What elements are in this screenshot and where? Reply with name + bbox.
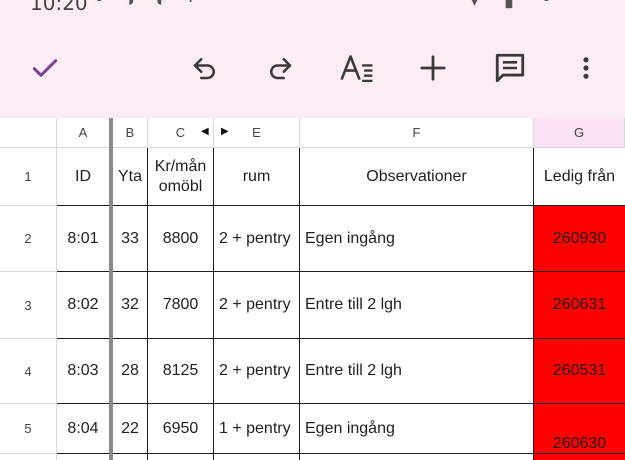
cell-a4[interactable]: 8:03 bbox=[57, 339, 110, 404]
cell-c3[interactable]: 7800 bbox=[148, 272, 214, 339]
cell-g2[interactable]: 260930 bbox=[534, 206, 625, 272]
cell-e1[interactable]: rum bbox=[214, 148, 300, 206]
cell-e4[interactable]: 2 + pentry bbox=[214, 339, 300, 404]
cell-c1[interactable]: Kr/mån omöbl bbox=[148, 148, 214, 206]
cell-b3[interactable]: 32 bbox=[113, 272, 148, 339]
column-header-g[interactable]: G bbox=[534, 118, 625, 148]
frozen-column-divider[interactable] bbox=[109, 118, 113, 460]
hidden-column-left-indicator[interactable]: ◀ bbox=[201, 126, 209, 137]
cell-c6[interactable] bbox=[148, 454, 214, 460]
more-vert-icon bbox=[583, 57, 589, 79]
select-all-corner[interactable] bbox=[0, 118, 57, 148]
cell-f2[interactable]: Egen ingång bbox=[300, 206, 534, 272]
cell-c1-text: Kr/mån omöbl bbox=[154, 157, 207, 195]
cell-f1[interactable]: Observationer bbox=[300, 148, 534, 206]
row-header-3[interactable]: 3 bbox=[0, 272, 57, 339]
row-header-6[interactable] bbox=[0, 454, 57, 460]
cell-b6[interactable] bbox=[113, 454, 148, 460]
cell-g1[interactable]: Ledig från bbox=[534, 148, 625, 206]
row-header-1[interactable]: 1 bbox=[0, 148, 57, 206]
cell-a3[interactable]: 8:02 bbox=[57, 272, 110, 339]
redo-button[interactable] bbox=[258, 46, 302, 90]
status-time: 10:20 bbox=[30, 0, 88, 14]
hidden-column-right-indicator[interactable]: ▶ bbox=[221, 126, 229, 137]
cell-f5[interactable]: Egen ingång bbox=[300, 404, 534, 454]
comment-icon bbox=[495, 53, 525, 83]
cell-a1[interactable]: ID bbox=[57, 148, 110, 206]
column-header-f[interactable]: F bbox=[300, 118, 534, 148]
cell-e6[interactable] bbox=[214, 454, 300, 460]
cell-g5[interactable]: 260630 bbox=[534, 404, 625, 454]
cell-g4[interactable]: 260531 bbox=[534, 339, 625, 404]
cell-a2[interactable]: 8:01 bbox=[57, 206, 110, 272]
comment-button[interactable] bbox=[488, 46, 532, 90]
status-right-icons: ▾ ▮ ◔ bbox=[470, 0, 560, 10]
plus-icon bbox=[420, 55, 446, 81]
undo-button[interactable] bbox=[183, 46, 227, 90]
row-header-2[interactable]: 2 bbox=[0, 206, 57, 272]
cell-f6[interactable] bbox=[300, 454, 534, 460]
insert-button[interactable] bbox=[411, 46, 455, 90]
confirm-button[interactable] bbox=[23, 46, 67, 90]
status-left-icons: ◔ ◑ ◐ · bbox=[92, 0, 202, 10]
cell-b5[interactable]: 22 bbox=[113, 404, 148, 454]
cell-f4[interactable]: Entre till 2 lgh bbox=[300, 339, 534, 404]
cell-c4[interactable]: 8125 bbox=[148, 339, 214, 404]
undo-icon bbox=[193, 58, 215, 80]
column-header-a[interactable]: A bbox=[57, 118, 110, 148]
row-header-4[interactable]: 4 bbox=[0, 339, 57, 404]
cell-b4[interactable]: 28 bbox=[113, 339, 148, 404]
status-bar: 10:20 ◔ ◑ ◐ · ▾ ▮ ◔ bbox=[0, 0, 625, 14]
cell-e5[interactable]: 1 + pentry bbox=[214, 404, 300, 454]
cell-f3[interactable]: Entre till 2 lgh bbox=[300, 272, 534, 339]
cell-a5[interactable]: 8:04 bbox=[57, 404, 110, 454]
cell-g6[interactable] bbox=[534, 454, 625, 460]
row-header-5[interactable]: 5 bbox=[0, 404, 57, 454]
cell-b2[interactable]: 33 bbox=[113, 206, 148, 272]
check-icon bbox=[32, 59, 58, 77]
cell-g3[interactable]: 260631 bbox=[534, 272, 625, 339]
redo-icon bbox=[270, 58, 292, 80]
edit-toolbar bbox=[0, 14, 625, 118]
more-options-button[interactable] bbox=[564, 46, 608, 90]
cell-a6[interactable] bbox=[57, 454, 110, 460]
cell-e2[interactable]: 2 + pentry bbox=[214, 206, 300, 272]
cell-e3[interactable]: 2 + pentry bbox=[214, 272, 300, 339]
text-format-icon bbox=[340, 55, 373, 83]
text-format-button[interactable] bbox=[335, 46, 379, 90]
column-header-b[interactable]: B bbox=[113, 118, 148, 148]
cell-c2[interactable]: 8800 bbox=[148, 206, 214, 272]
cell-b1[interactable]: Yta bbox=[113, 148, 148, 206]
cell-c5[interactable]: 6950 bbox=[148, 404, 214, 454]
spreadsheet-grid: A B C E F G ◀ ▶ 1 2 3 4 5 ID Yta Kr/mån … bbox=[0, 118, 625, 460]
